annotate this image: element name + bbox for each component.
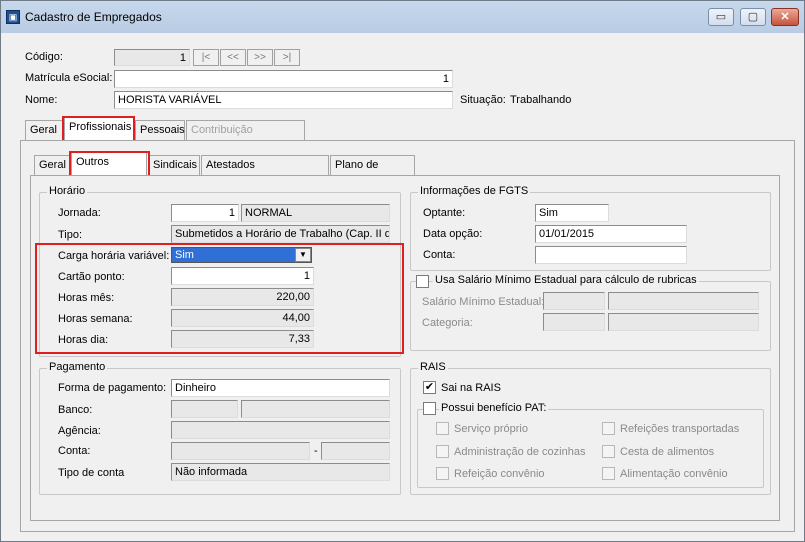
title-bar: ▣ Cadastro de Empregados ▭ ▢ ✕ (1, 1, 804, 33)
agencia-label: Agência: (58, 425, 101, 437)
minimize-button[interactable]: ▭ (708, 8, 734, 26)
salario-minimo-label: Salário Mínimo Estadual: (422, 296, 545, 308)
administracao-cozinhas-label: Administração de cozinhas (454, 446, 586, 458)
optante-field[interactable]: Sim (535, 204, 609, 222)
situacao-label: Situação: (460, 94, 506, 106)
pat-title: Possui benefício PAT: (439, 402, 549, 414)
highlight-box-carga-horaria (35, 243, 404, 354)
rais-title: RAIS (418, 361, 448, 373)
nome-field[interactable]: HORISTA VARIÁVEL (114, 91, 453, 109)
refeicoes-transportadas-label: Refeições transportadas (620, 423, 740, 435)
previous-record-button[interactable]: << (220, 49, 246, 66)
tab-pessoais[interactable]: Pessoais (135, 120, 185, 141)
tipo-conta-label: Tipo de conta (58, 467, 125, 479)
salario-minimo-desc-field (608, 292, 759, 310)
categoria-code-field (543, 313, 605, 331)
subtab-geral[interactable]: Geral (34, 155, 70, 176)
cesta-alimentos-label: Cesta de alimentos (620, 446, 715, 458)
codigo-label: Código: (25, 51, 63, 63)
close-button[interactable]: ✕ (771, 8, 799, 26)
jornada-code-field[interactable]: 1 (171, 204, 239, 222)
horario-title: Horário (47, 185, 88, 197)
banco-label: Banco: (58, 404, 93, 416)
administracao-cozinhas-checkbox[interactable] (436, 445, 449, 458)
conta-digito-field (321, 442, 390, 460)
conta-fgts-label: Conta: (423, 249, 456, 261)
pagamento-title: Pagamento (47, 361, 108, 373)
conta-pagamento-label: Conta: (58, 445, 91, 457)
refeicao-convenio-label: Refeição convênio (454, 468, 545, 480)
tab-geral[interactable]: Geral (25, 120, 63, 141)
tab-contribuicao-individual[interactable]: Contribuição Individual (186, 120, 305, 155)
salario-minimo-code-field (543, 292, 605, 310)
jornada-label: Jornada: (58, 207, 101, 219)
data-opcao-field[interactable]: 01/01/2015 (535, 225, 687, 243)
banco-code-field (171, 400, 238, 418)
cesta-alimentos-checkbox[interactable] (602, 445, 615, 458)
servico-proprio-checkbox[interactable] (436, 422, 449, 435)
salario-checkbox[interactable] (416, 275, 429, 288)
sai-rais-checkbox[interactable]: ✔ (423, 381, 436, 394)
matricula-label: Matrícula eSocial: (25, 72, 113, 84)
optante-label: Optante: (423, 207, 466, 219)
subtab-plano-saude[interactable]: Plano de Saúde (330, 155, 415, 190)
tipo-field: Submetidos a Horário de Trabalho (Cap. I… (171, 225, 390, 243)
conta-pagamento-field (171, 442, 310, 460)
matricula-field[interactable]: 1 (114, 70, 453, 88)
banco-name-field (241, 400, 390, 418)
categoria-label: Categoria: (422, 317, 473, 329)
tipo-label: Tipo: (58, 229, 83, 241)
refeicao-convenio-checkbox[interactable] (436, 467, 449, 480)
main-window: ▣ Cadastro de Empregados ▭ ▢ ✕ Código: 1… (0, 0, 805, 542)
alimentacao-convenio-checkbox[interactable] (602, 467, 615, 480)
categoria-desc-field (608, 313, 759, 331)
servico-proprio-label: Serviço próprio (454, 423, 528, 435)
forma-pagamento-label: Forma de pagamento: (58, 382, 167, 394)
refeicoes-transportadas-checkbox[interactable] (602, 422, 615, 435)
sai-rais-label: Sai na RAIS (441, 382, 501, 394)
tipo-conta-field: Não informada (171, 463, 390, 481)
conta-fgts-field[interactable] (535, 246, 687, 264)
codigo-field[interactable]: 1 (114, 49, 190, 66)
next-record-button[interactable]: >> (247, 49, 273, 66)
agencia-field (171, 421, 390, 439)
nome-label: Nome: (25, 94, 58, 106)
highlight-box-outros-dados (69, 151, 150, 178)
highlight-box-profissionais (62, 116, 135, 142)
conta-separator: - (314, 445, 318, 457)
data-opcao-label: Data opção: (423, 228, 483, 240)
subtab-atestados[interactable]: Atestados Ocupacionais (201, 155, 329, 190)
first-record-button[interactable]: |< (193, 49, 219, 66)
pat-checkbox[interactable] (423, 402, 436, 415)
subtab-sindicais[interactable]: Sindicais (148, 155, 200, 176)
maximize-button[interactable]: ▢ (740, 8, 766, 26)
salario-title: Usa Salário Mínimo Estadual para cálculo… (433, 274, 699, 286)
app-icon: ▣ (6, 10, 20, 24)
jornada-desc-field: NORMAL (241, 204, 390, 222)
alimentacao-convenio-label: Alimentação convênio (620, 468, 728, 480)
fgts-title: Informações de FGTS (418, 185, 531, 197)
situacao-value: Trabalhando (510, 94, 572, 106)
forma-pagamento-field[interactable]: Dinheiro (171, 379, 390, 397)
last-record-button[interactable]: >| (274, 49, 300, 66)
window-title: Cadastro de Empregados (25, 10, 162, 24)
